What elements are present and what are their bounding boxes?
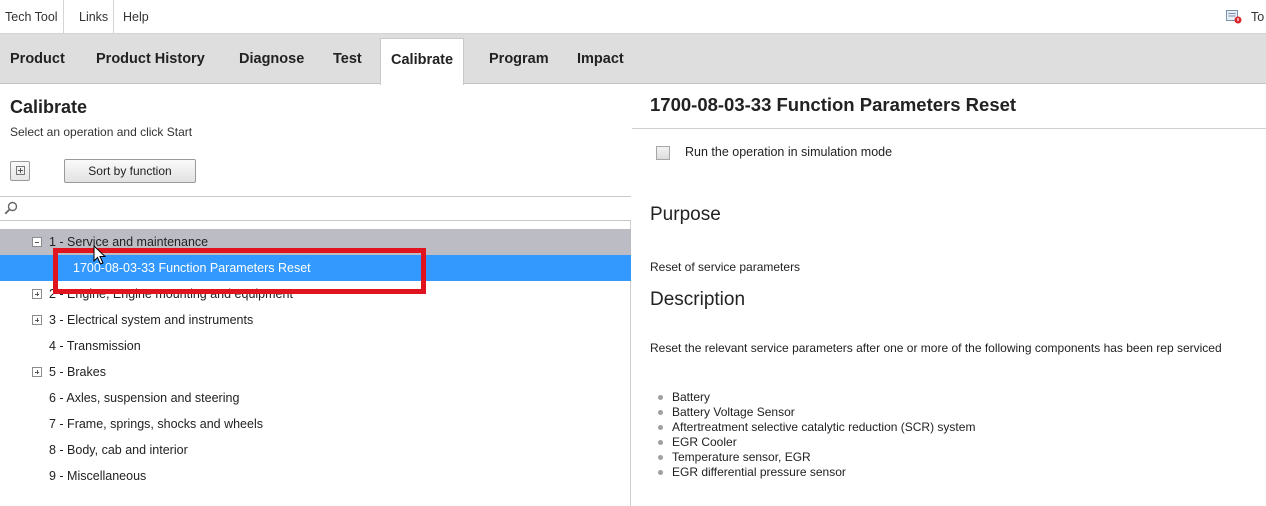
component-list: Battery Battery Voltage Sensor Aftertrea… <box>656 390 975 480</box>
tab-product[interactable]: Product <box>0 36 75 84</box>
operation-title: 1700-08-03-33 Function Parameters Reset <box>650 94 1017 115</box>
report-icon[interactable] <box>1226 10 1242 24</box>
search-bar <box>0 197 631 221</box>
tree-group-body[interactable]: 8 - Body, cab and interior <box>0 437 631 463</box>
tab-impact[interactable]: Impact <box>567 36 634 84</box>
tree-item-label: 7 - Frame, springs, shocks and wheels <box>49 417 263 431</box>
menu-user-label[interactable]: To <box>1251 0 1264 34</box>
expand-all-button[interactable] <box>10 161 30 181</box>
tree-group-frame[interactable]: 7 - Frame, springs, shocks and wheels <box>0 411 631 437</box>
menu-help[interactable]: Help <box>118 0 154 34</box>
operations-panel: Calibrate Select an operation and click … <box>0 85 631 506</box>
operation-details-panel: 1700-08-03-33 Function Parameters Reset … <box>632 85 1266 506</box>
tree-item-label: 6 - Axles, suspension and steering <box>49 391 240 405</box>
tab-test[interactable]: Test <box>323 36 372 84</box>
purpose-text: Reset of service parameters <box>650 260 801 274</box>
tree-group-miscellaneous[interactable]: 9 - Miscellaneous <box>0 463 631 489</box>
tree-item-label: 3 - Electrical system and instruments <box>49 313 254 327</box>
menu-tech-tool[interactable]: Tech Tool <box>0 0 64 34</box>
panel-title: Calibrate <box>10 97 88 117</box>
purpose-heading: Purpose <box>650 204 721 225</box>
simulation-mode-label[interactable]: Run the operation in simulation mode <box>685 145 892 159</box>
menu-bar: Tech Tool Links Help To <box>0 0 1266 34</box>
list-item: Battery Voltage Sensor <box>656 405 975 420</box>
collapse-icon[interactable] <box>32 237 42 247</box>
menu-links[interactable]: Links <box>74 0 115 34</box>
list-item: Temperature sensor, EGR <box>656 450 975 465</box>
tab-calibrate[interactable]: Calibrate <box>380 38 465 85</box>
expand-icon[interactable] <box>32 289 42 299</box>
panel-subtitle: Select an operation and click Start <box>10 125 193 139</box>
description-text: Reset the relevant service parameters af… <box>650 341 1222 355</box>
operations-header: Calibrate Select an operation and click … <box>0 85 631 197</box>
expand-icon[interactable] <box>32 315 42 325</box>
tab-diagnose[interactable]: Diagnose <box>229 36 314 84</box>
list-item: EGR Cooler <box>656 435 975 450</box>
details-header: 1700-08-03-33 Function Parameters Reset <box>632 85 1266 129</box>
mouse-cursor-icon <box>93 245 107 265</box>
main-tab-bar: Product Product History Diagnose Test Ca… <box>0 34 1266 85</box>
list-item: EGR differential pressure sensor <box>656 465 975 480</box>
search-input[interactable] <box>22 199 622 218</box>
tree-item-label: 4 - Transmission <box>49 339 141 353</box>
tab-program[interactable]: Program <box>479 36 559 84</box>
tree-group-axles[interactable]: 6 - Axles, suspension and steering <box>0 385 631 411</box>
tree-item-label: 8 - Body, cab and interior <box>49 443 188 457</box>
description-heading: Description <box>650 289 746 310</box>
tree-item-label: 9 - Miscellaneous <box>49 469 147 483</box>
sort-by-function-button[interactable]: Sort by function <box>64 159 196 183</box>
expand-icon <box>16 166 25 175</box>
tree-item-label: 5 - Brakes <box>49 365 106 379</box>
tab-product-history[interactable]: Product History <box>86 36 215 84</box>
tree-group-electrical[interactable]: 3 - Electrical system and instruments <box>0 307 631 333</box>
list-item: Aftertreatment selective catalytic reduc… <box>656 420 975 435</box>
list-item: Battery <box>656 390 975 405</box>
tree-group-brakes[interactable]: 5 - Brakes <box>0 359 631 385</box>
callout-highlight-box <box>53 248 426 294</box>
search-icon <box>4 201 18 215</box>
simulation-mode-checkbox[interactable] <box>656 146 670 160</box>
expand-icon[interactable] <box>32 367 42 377</box>
tree-group-transmission[interactable]: 4 - Transmission <box>0 333 631 359</box>
